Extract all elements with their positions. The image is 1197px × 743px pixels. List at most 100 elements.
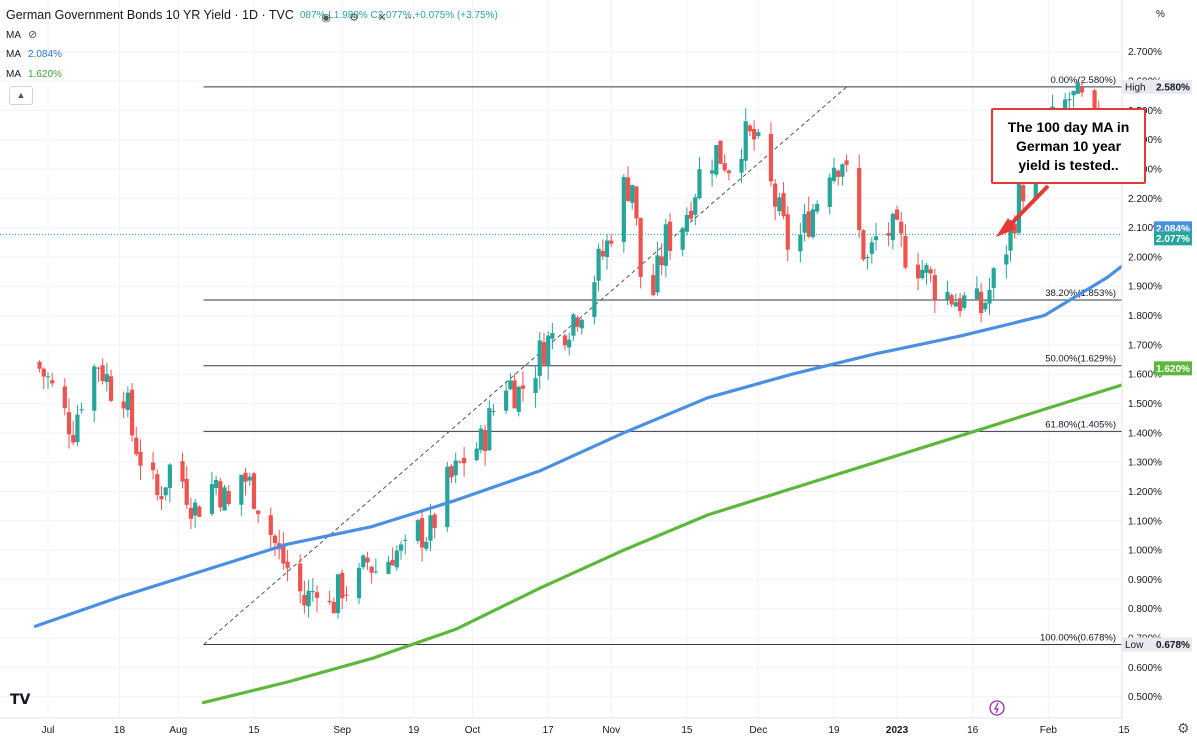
ma-legend-row-3[interactable]: MA 1.620% <box>6 65 498 85</box>
price-tick-label: 1.200% <box>1128 487 1162 498</box>
candle-body <box>945 291 950 300</box>
candle-body <box>609 240 614 244</box>
axis-unit-label: % <box>1156 9 1165 20</box>
price-tick-label: 0.500% <box>1128 692 1162 703</box>
candle-body <box>773 183 778 207</box>
candle-body <box>621 177 626 243</box>
candle-body <box>108 376 114 401</box>
candle-body <box>663 224 668 266</box>
moving-average-line <box>201 366 1181 705</box>
settings-icon[interactable]: ⚙ <box>344 9 364 27</box>
price-tick-label: 1.300% <box>1128 458 1162 469</box>
candle-body <box>579 319 584 329</box>
candle-body <box>667 221 673 251</box>
time-tick-label: Feb <box>1040 725 1058 736</box>
time-tick-label: Aug <box>169 725 187 736</box>
candle-body <box>974 288 979 300</box>
candle-body <box>827 177 832 207</box>
eye-icon[interactable]: ◉ <box>316 9 336 27</box>
candle-body <box>987 289 992 304</box>
candle-body <box>50 380 55 384</box>
timezone-icon <box>989 700 1005 716</box>
candle-body <box>688 210 694 219</box>
tradingview-logo-icon[interactable]: TV <box>10 692 30 708</box>
price-tick-label: 1.800% <box>1128 311 1162 322</box>
candle-body <box>512 380 517 409</box>
moving-averages <box>0 231 1181 705</box>
candle-body <box>243 472 248 482</box>
price-tag-value: 0.678% <box>1156 640 1190 651</box>
candle-body <box>562 335 568 346</box>
ma-legend-row-2[interactable]: MA 2.084% <box>6 45 498 65</box>
candle-body <box>915 264 921 279</box>
candle-body <box>41 368 46 377</box>
candle-body <box>256 510 261 515</box>
hidden-eye-icon[interactable]: ⊘ <box>28 26 37 46</box>
candle-body <box>781 193 786 217</box>
ma-value: 2.084% <box>28 49 62 60</box>
time-tick-label: 17 <box>543 725 555 736</box>
candle-body <box>592 282 597 317</box>
candle-body <box>167 464 172 488</box>
candle-body <box>504 390 509 411</box>
time-tick-label: 15 <box>1118 725 1130 736</box>
candle-body <box>398 544 404 551</box>
time-tick-label: Oct <box>465 725 481 736</box>
candle-body <box>331 601 336 614</box>
candle-body <box>66 412 72 435</box>
price-tick-label: 2.200% <box>1128 194 1162 205</box>
candle-body <box>184 478 189 505</box>
collapse-icon[interactable]: ▲ <box>9 86 33 105</box>
candle-body <box>752 128 757 140</box>
price-tag-value: 1.620% <box>1156 364 1190 375</box>
candle-body <box>777 197 782 212</box>
candle-body <box>714 145 719 175</box>
time-tick-label: 19 <box>408 725 420 736</box>
candle-body <box>655 255 660 293</box>
candle-body <box>596 248 601 281</box>
candle-body <box>419 518 425 548</box>
candle-body <box>844 160 849 165</box>
time-tick-label: 16 <box>967 725 979 736</box>
price-tick-label: 2.000% <box>1128 252 1162 263</box>
candle-body <box>541 342 547 365</box>
gear-icon[interactable]: ⚙ <box>1177 720 1190 737</box>
candle-body <box>335 574 341 614</box>
candle-body <box>928 269 933 274</box>
candle-body <box>550 333 555 339</box>
candle-body <box>188 507 194 519</box>
time-tick-label: 19 <box>828 725 840 736</box>
candle-body <box>45 376 51 378</box>
candle-body <box>873 236 879 241</box>
price-tick-label: 0.600% <box>1128 663 1162 674</box>
candle-body <box>180 461 185 482</box>
candle-body <box>798 234 803 252</box>
candle-body <box>1075 83 1080 94</box>
annotation-callout[interactable]: The 100 day MA in German 10 year yield i… <box>991 108 1146 184</box>
candle-body <box>281 545 286 564</box>
price-tick-label: 2.700% <box>1128 47 1162 58</box>
candle-body <box>96 367 101 369</box>
close-icon[interactable]: ✕ <box>372 9 392 27</box>
time-tick-label: 2023 <box>886 725 909 736</box>
ma-legend-row-1[interactable]: MA ⊘ <box>6 26 498 46</box>
candle-body <box>449 466 454 478</box>
candle-body <box>785 214 790 250</box>
candle-body <box>361 555 366 568</box>
candle-body <box>428 515 433 541</box>
candle-body <box>865 257 870 259</box>
candle-body <box>163 487 168 496</box>
more-icon[interactable]: ⋯ <box>400 9 420 27</box>
candle-body <box>310 591 315 593</box>
candle-body <box>604 240 610 258</box>
candle-body <box>768 133 774 182</box>
candle-body <box>37 361 42 369</box>
time-tick-label: Dec <box>749 725 767 736</box>
candle-body <box>129 389 135 436</box>
time-tick-label: Jul <box>42 725 55 736</box>
candle-body <box>327 600 332 603</box>
candle-body <box>121 401 126 409</box>
candle-body <box>92 366 97 411</box>
candle-body <box>474 448 479 461</box>
candle-body <box>491 410 496 412</box>
